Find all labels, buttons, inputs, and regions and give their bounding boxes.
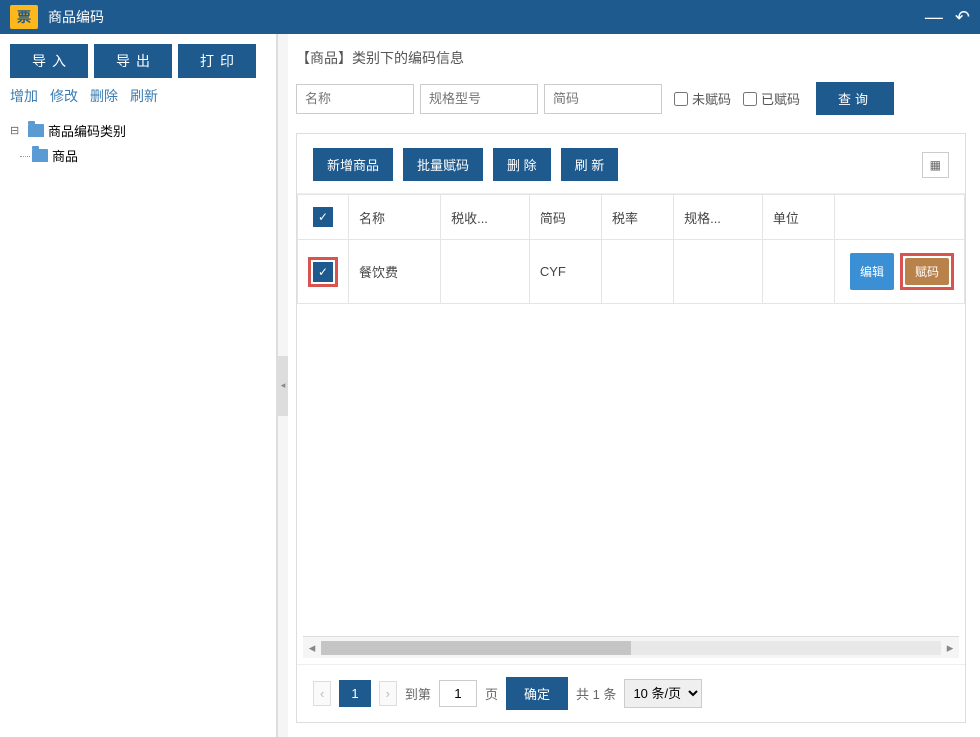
per-page-select[interactable]: 10 条/页 xyxy=(624,679,702,708)
chk-unassigned-label: 未赋码 xyxy=(692,89,731,108)
splitter[interactable]: ◂ xyxy=(278,34,288,737)
total-count: 共 1 条 xyxy=(576,684,616,703)
cell-tax xyxy=(441,240,530,304)
scroll-thumb[interactable] xyxy=(321,641,631,655)
name-input[interactable] xyxy=(296,84,414,114)
search-bar: 未赋码 已赋码 查询 xyxy=(296,82,966,115)
scroll-left-icon[interactable]: ◂ xyxy=(303,640,321,656)
col-rate[interactable]: 税率 xyxy=(601,195,673,240)
page-label: 页 xyxy=(485,684,498,703)
col-spec[interactable]: 规格... xyxy=(674,195,763,240)
spec-input[interactable] xyxy=(420,84,538,114)
edit-button[interactable]: 编辑 xyxy=(850,253,894,290)
add-product-button[interactable]: 新增商品 xyxy=(313,148,393,181)
chk-assigned[interactable]: 已赋码 xyxy=(743,89,800,108)
chk-assigned-box[interactable] xyxy=(743,92,757,106)
tree-child-product[interactable]: 商品 xyxy=(32,143,266,168)
print-button[interactable]: 打印 xyxy=(178,44,256,78)
action-bar: 新增商品 批量赋码 删 除 刷 新 ▦ xyxy=(297,134,965,194)
scroll-right-icon[interactable]: ▸ xyxy=(941,640,959,656)
tree-root-label: 商品编码类别 xyxy=(48,121,126,140)
col-tax[interactable]: 税收... xyxy=(441,195,530,240)
cell-short: CYF xyxy=(529,240,601,304)
chk-unassigned[interactable]: 未赋码 xyxy=(674,89,731,108)
main-title: 【商品】类别下的编码信息 xyxy=(296,48,966,68)
splitter-handle-icon: ◂ xyxy=(278,356,288,416)
link-refresh[interactable]: 刷新 xyxy=(130,86,158,106)
assign-code-button[interactable]: 赋码 xyxy=(905,258,949,285)
table-header-row: ✓ 名称 税收... 简码 税率 规格... 单位 xyxy=(298,195,965,240)
pager: ‹ 1 › 到第 页 确定 共 1 条 10 条/页 xyxy=(297,664,965,722)
col-name[interactable]: 名称 xyxy=(349,195,441,240)
tree-child-label: 商品 xyxy=(52,146,78,165)
table: ✓ 名称 税收... 简码 税率 规格... 单位 ✓ xyxy=(297,194,965,636)
batch-code-button[interactable]: 批量赋码 xyxy=(403,148,483,181)
window-title: 商品编码 xyxy=(48,7,925,27)
page-current[interactable]: 1 xyxy=(339,680,370,707)
export-button[interactable]: 导出 xyxy=(94,44,172,78)
import-button[interactable]: 导入 xyxy=(10,44,88,78)
col-unit[interactable]: 单位 xyxy=(762,195,834,240)
folder-icon xyxy=(32,149,48,162)
titlebar: 票 商品编码 — ↶ xyxy=(0,0,980,34)
col-short[interactable]: 简码 xyxy=(529,195,601,240)
minimize-button[interactable]: — xyxy=(925,7,943,28)
tree-root[interactable]: ⊟ 商品编码类别 xyxy=(10,118,266,143)
select-all-checkbox[interactable]: ✓ xyxy=(313,207,333,227)
horizontal-scrollbar[interactable]: ◂ ▸ xyxy=(303,636,959,658)
link-add[interactable]: 增加 xyxy=(10,86,38,106)
page-next-button[interactable]: › xyxy=(379,681,397,706)
chk-assigned-label: 已赋码 xyxy=(761,89,800,108)
link-modify[interactable]: 修改 xyxy=(50,86,78,106)
short-input[interactable] xyxy=(544,84,662,114)
goto-ok-button[interactable]: 确定 xyxy=(506,677,568,710)
back-button[interactable]: ↶ xyxy=(955,7,970,28)
sidebar: 导入 导出 打印 增加 修改 删除 刷新 ⊟ 商品编码类别 商品 xyxy=(0,34,278,737)
tree: ⊟ 商品编码类别 商品 xyxy=(10,118,266,168)
collapse-icon[interactable]: ⊟ xyxy=(10,124,24,137)
cell-rate xyxy=(601,240,673,304)
grid-view-icon[interactable]: ▦ xyxy=(922,152,949,178)
refresh-button[interactable]: 刷 新 xyxy=(561,148,619,181)
delete-button[interactable]: 删 除 xyxy=(493,148,551,181)
cell-spec xyxy=(674,240,763,304)
folder-icon xyxy=(28,124,44,137)
link-delete[interactable]: 删除 xyxy=(90,86,118,106)
chk-unassigned-box[interactable] xyxy=(674,92,688,106)
row-checkbox[interactable]: ✓ xyxy=(313,262,333,282)
page-prev-button[interactable]: ‹ xyxy=(313,681,331,706)
content-panel: 新增商品 批量赋码 删 除 刷 新 ▦ ✓ 名称 税收... 简码 税率 xyxy=(296,133,966,723)
goto-label: 到第 xyxy=(405,684,431,703)
goto-input[interactable] xyxy=(439,680,477,707)
main-content: 【商品】类别下的编码信息 未赋码 已赋码 查询 新增商品 批量赋码 删 除 刷 … xyxy=(288,34,980,737)
table-row[interactable]: ✓ 餐饮费 CYF 编辑 赋码 xyxy=(298,240,965,304)
query-button[interactable]: 查询 xyxy=(816,82,894,115)
cell-unit xyxy=(762,240,834,304)
cell-name: 餐饮费 xyxy=(349,240,441,304)
app-logo: 票 xyxy=(10,5,38,29)
